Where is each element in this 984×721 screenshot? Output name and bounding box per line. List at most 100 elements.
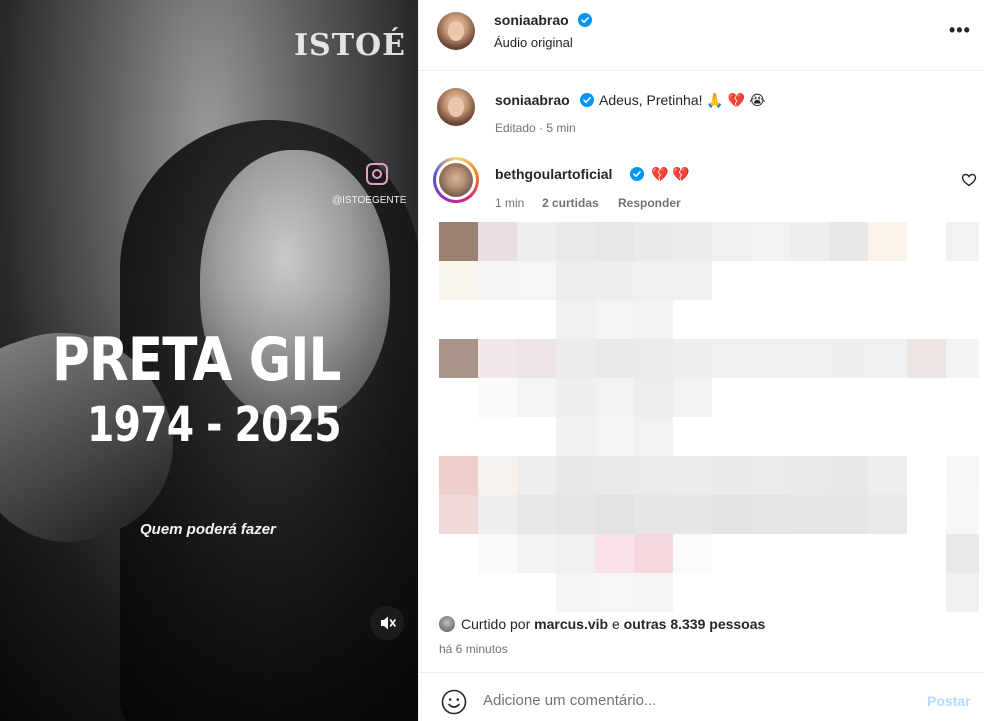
pixel-block — [751, 456, 790, 495]
pixel-block — [712, 300, 751, 339]
story-ring[interactable] — [433, 157, 479, 203]
comment-text: 💔 💔 — [651, 166, 690, 183]
reel-video[interactable]: ISTOÉ @ISTOEGENTE PRETA GIL 1974 - 2025 … — [0, 0, 418, 721]
edited-label: Editado — [495, 121, 536, 135]
header-username[interactable]: soniaabrao — [494, 12, 569, 28]
pixel-block — [439, 417, 478, 456]
comment-bar: Postar — [419, 672, 984, 721]
pixel-block — [517, 495, 556, 534]
pixel-block — [712, 417, 751, 456]
pixel-block — [556, 222, 595, 261]
pixel-block — [478, 339, 517, 378]
pixel-block — [595, 534, 634, 573]
instagram-icon — [366, 163, 388, 185]
caption-username[interactable]: soniaabrao — [495, 92, 570, 108]
pixel-block — [790, 261, 829, 300]
pixel-block — [478, 300, 517, 339]
pixel-block — [946, 417, 979, 456]
caption-time: 5 min — [546, 121, 576, 135]
pixel-block — [751, 222, 790, 261]
pixel-block — [634, 573, 673, 612]
pixel-block — [868, 573, 907, 612]
pixel-block — [517, 573, 556, 612]
likes-joiner: e — [611, 616, 620, 632]
pixel-block — [634, 339, 673, 378]
pixel-block — [907, 300, 946, 339]
liker-avatar — [439, 616, 455, 632]
pixel-block — [907, 534, 946, 573]
post-button[interactable]: Postar — [927, 693, 971, 709]
pixel-block — [439, 300, 478, 339]
pixel-block — [439, 573, 478, 612]
pixel-block — [556, 534, 595, 573]
avatar[interactable] — [437, 12, 475, 50]
pixel-block — [673, 534, 712, 573]
pixel-block — [478, 573, 517, 612]
pixel-block — [907, 495, 946, 534]
pixel-block — [790, 495, 829, 534]
pixel-block — [517, 339, 556, 378]
like-comment-heart-icon[interactable] — [961, 172, 977, 188]
pixel-block — [517, 534, 556, 573]
pixel-block — [556, 378, 595, 417]
verified-badge-icon — [578, 13, 592, 27]
pixel-block — [595, 495, 634, 534]
pixel-block — [868, 300, 907, 339]
pixel-block — [673, 495, 712, 534]
pixel-block — [556, 339, 595, 378]
reply-button[interactable]: Responder — [618, 196, 681, 210]
pixel-block — [439, 222, 478, 261]
pixel-block — [478, 417, 517, 456]
pixel-block — [673, 300, 712, 339]
caption-message: Adeus, Pretinha! — [599, 92, 703, 108]
pixel-block — [829, 222, 868, 261]
pixel-block — [634, 417, 673, 456]
pixel-block — [517, 261, 556, 300]
pixel-block — [439, 495, 478, 534]
pixel-block — [907, 417, 946, 456]
broken-heart-emoji: 💔 — [651, 167, 669, 183]
pixel-block — [634, 456, 673, 495]
pixel-block — [556, 456, 595, 495]
comment-username[interactable]: bethgoulartoficial — [495, 166, 612, 182]
pixel-block — [946, 300, 979, 339]
pixel-block — [751, 378, 790, 417]
comment-likes-link[interactable]: 2 curtidas — [542, 196, 599, 210]
likes-others-link[interactable]: outras 8.339 pessoas — [624, 616, 766, 632]
broken-heart-emoji: 💔 — [727, 93, 746, 109]
pixel-block — [790, 573, 829, 612]
comment-input[interactable] — [483, 688, 903, 712]
pixel-block — [751, 261, 790, 300]
pixel-block — [478, 495, 517, 534]
pixel-block — [478, 261, 517, 300]
pixel-block — [634, 534, 673, 573]
caption-meta: Editado · 5 min — [495, 121, 576, 135]
post-time[interactable]: há 6 minutos — [439, 642, 508, 656]
video-handle: @ISTOEGENTE — [332, 195, 407, 206]
pixel-block — [907, 339, 946, 378]
pixel-block — [634, 300, 673, 339]
pixel-block — [478, 456, 517, 495]
caption-avatar[interactable] — [437, 88, 475, 126]
audio-label[interactable]: Áudio original — [494, 35, 573, 50]
broken-heart-emoji: 💔 — [672, 167, 690, 183]
pixel-block — [595, 339, 634, 378]
praying-hands-emoji: 🙏 — [706, 93, 724, 109]
istoe-logo: ISTOÉ — [294, 28, 407, 63]
pixel-block — [751, 573, 790, 612]
video-years: 1974 - 2025 — [87, 397, 342, 453]
pixel-block — [829, 378, 868, 417]
mute-button[interactable] — [370, 606, 404, 640]
pixel-block — [673, 456, 712, 495]
pixel-block — [751, 300, 790, 339]
emoji-smile-icon[interactable] — [441, 689, 467, 715]
pixel-block — [946, 222, 979, 261]
pixel-block — [712, 495, 751, 534]
liker-username[interactable]: marcus.vib — [534, 616, 608, 632]
pixel-block — [829, 417, 868, 456]
pixel-block — [790, 339, 829, 378]
pixel-block — [946, 378, 979, 417]
verified-badge-icon — [630, 167, 644, 181]
pixel-block — [946, 261, 979, 300]
more-options-icon[interactable]: ••• — [949, 20, 971, 41]
